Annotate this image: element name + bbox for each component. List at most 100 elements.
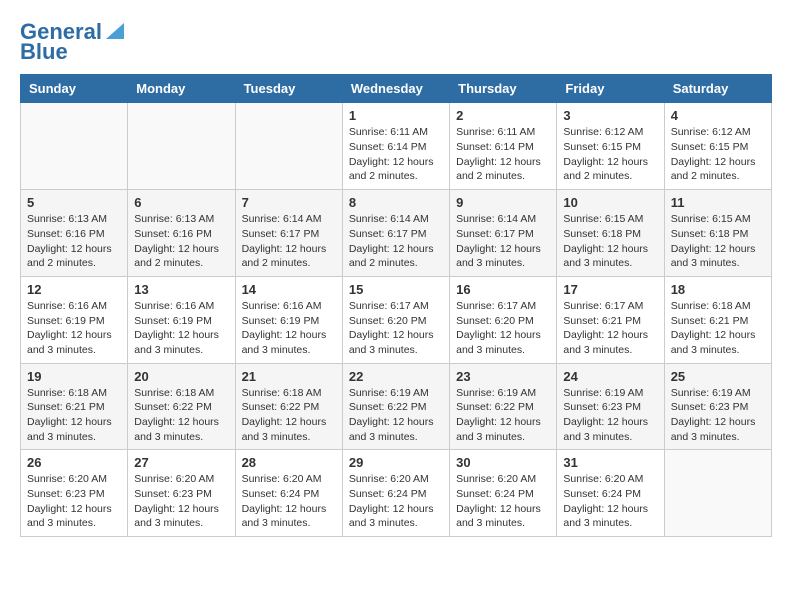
- day-info: Sunrise: 6:11 AM Sunset: 6:14 PM Dayligh…: [349, 125, 443, 184]
- day-info: Sunrise: 6:20 AM Sunset: 6:24 PM Dayligh…: [563, 472, 657, 531]
- day-info: Sunrise: 6:19 AM Sunset: 6:23 PM Dayligh…: [671, 386, 765, 445]
- day-number: 17: [563, 282, 657, 297]
- day-number: 11: [671, 195, 765, 210]
- calendar-cell: 18Sunrise: 6:18 AM Sunset: 6:21 PM Dayli…: [664, 276, 771, 363]
- day-info: Sunrise: 6:19 AM Sunset: 6:23 PM Dayligh…: [563, 386, 657, 445]
- day-info: Sunrise: 6:19 AM Sunset: 6:22 PM Dayligh…: [456, 386, 550, 445]
- day-info: Sunrise: 6:15 AM Sunset: 6:18 PM Dayligh…: [563, 212, 657, 271]
- calendar-cell: 6Sunrise: 6:13 AM Sunset: 6:16 PM Daylig…: [128, 190, 235, 277]
- calendar-cell: 4Sunrise: 6:12 AM Sunset: 6:15 PM Daylig…: [664, 103, 771, 190]
- column-header-monday: Monday: [128, 75, 235, 103]
- calendar-cell: 8 Sunrise: 6:14 AM Sunset: 6:17 PM Daylig…: [342, 190, 449, 277]
- calendar-cell: 30 Sunrise: 6:20 AM Sunset: 6:24 PM Dayli…: [450, 450, 557, 537]
- calendar-cell: [128, 103, 235, 190]
- calendar-header-row: SundayMondayTuesdayWednesdayThursdayFrid…: [21, 75, 772, 103]
- day-info: Sunrise: 6:12 AM Sunset: 6:15 PM Dayligh…: [671, 125, 765, 184]
- day-number: 15: [349, 282, 443, 297]
- calendar-cell: 26 Sunrise: 6:20 AM Sunset: 6:23 PM Dayli…: [21, 450, 128, 537]
- day-number: 28: [242, 455, 336, 470]
- calendar-cell: 27 Sunrise: 6:20 AM Sunset: 6:23 PM Dayli…: [128, 450, 235, 537]
- day-info: Sunrise: 6:20 AM Sunset: 6:24 PM Dayligh…: [456, 472, 550, 531]
- day-number: 29: [349, 455, 443, 470]
- calendar-cell: 31Sunrise: 6:20 AM Sunset: 6:24 PM Dayli…: [557, 450, 664, 537]
- column-header-saturday: Saturday: [664, 75, 771, 103]
- calendar-cell: 13 Sunrise: 6:16 AM Sunset: 6:19 PM Dayli…: [128, 276, 235, 363]
- calendar-cell: 10 Sunrise: 6:15 AM Sunset: 6:18 PM Dayli…: [557, 190, 664, 277]
- calendar-cell: 29 Sunrise: 6:20 AM Sunset: 6:24 PM Dayli…: [342, 450, 449, 537]
- day-number: 22: [349, 369, 443, 384]
- day-number: 13: [134, 282, 228, 297]
- calendar-table: SundayMondayTuesdayWednesdayThursdayFrid…: [20, 74, 772, 537]
- calendar-cell: 12Sunrise: 6:16 AM Sunset: 6:19 PM Dayli…: [21, 276, 128, 363]
- calendar-cell: 11 Sunrise: 6:15 AM Sunset: 6:18 PM Dayli…: [664, 190, 771, 277]
- logo-triangle-icon: [104, 19, 126, 41]
- day-info: Sunrise: 6:17 AM Sunset: 6:21 PM Dayligh…: [563, 299, 657, 358]
- day-info: Sunrise: 6:16 AM Sunset: 6:19 PM Dayligh…: [242, 299, 336, 358]
- day-number: 8: [349, 195, 443, 210]
- day-number: 21: [242, 369, 336, 384]
- calendar-week-row: 12 Sunrise: 6:16 AM Sunset: 6:19 PM Dayli…: [21, 276, 772, 363]
- day-info: Sunrise: 6:20 AM Sunset: 6:24 PM Dayligh…: [349, 472, 443, 531]
- page-header: General Blue: [20, 20, 772, 64]
- day-info: Sunrise: 6:20 AM Sunset: 6:23 PM Dayligh…: [27, 472, 121, 531]
- calendar-week-row: 19 Sunrise: 6:18 AM Sunset: 6:21 PM Dayli…: [21, 363, 772, 450]
- day-number: 2: [456, 108, 550, 123]
- column-header-tuesday: Tuesday: [235, 75, 342, 103]
- day-number: 12: [27, 282, 121, 297]
- day-number: 30: [456, 455, 550, 470]
- day-number: 3: [563, 108, 657, 123]
- calendar-cell: 28 Sunrise: 6:20 AM Sunset: 6:24 PM Dayli…: [235, 450, 342, 537]
- column-header-wednesday: Wednesday: [342, 75, 449, 103]
- day-info: Sunrise: 6:15 AM Sunset: 6:18 PM Dayligh…: [671, 212, 765, 271]
- day-info: Sunrise: 6:18 AM Sunset: 6:21 PM Dayligh…: [27, 386, 121, 445]
- calendar-cell: [664, 450, 771, 537]
- calendar-cell: 25 Sunrise: 6:19 AM Sunset: 6:23 PM Dayli…: [664, 363, 771, 450]
- day-info: Sunrise: 6:14 AM Sunset: 6:17 PM Dayligh…: [349, 212, 443, 271]
- day-info: Sunrise: 6:17 AM Sunset: 6:20 PM Dayligh…: [456, 299, 550, 358]
- day-info: Sunrise: 6:11 AM Sunset: 6:14 PM Dayligh…: [456, 125, 550, 184]
- day-info: Sunrise: 6:13 AM Sunset: 6:16 PM Dayligh…: [27, 212, 121, 271]
- day-info: Sunrise: 6:14 AM Sunset: 6:17 PM Dayligh…: [242, 212, 336, 271]
- calendar-cell: 24Sunrise: 6:19 AM Sunset: 6:23 PM Dayli…: [557, 363, 664, 450]
- logo-text-blue: Blue: [20, 40, 68, 64]
- day-info: Sunrise: 6:16 AM Sunset: 6:19 PM Dayligh…: [134, 299, 228, 358]
- calendar-cell: 9Sunrise: 6:14 AM Sunset: 6:17 PM Daylig…: [450, 190, 557, 277]
- logo: General Blue: [20, 20, 126, 64]
- calendar-cell: [235, 103, 342, 190]
- calendar-cell: 7 Sunrise: 6:14 AM Sunset: 6:17 PM Daylig…: [235, 190, 342, 277]
- calendar-week-row: 26 Sunrise: 6:20 AM Sunset: 6:23 PM Dayli…: [21, 450, 772, 537]
- calendar-cell: 22 Sunrise: 6:19 AM Sunset: 6:22 PM Dayli…: [342, 363, 449, 450]
- day-number: 25: [671, 369, 765, 384]
- day-number: 27: [134, 455, 228, 470]
- calendar-cell: [21, 103, 128, 190]
- column-header-friday: Friday: [557, 75, 664, 103]
- day-number: 19: [27, 369, 121, 384]
- day-info: Sunrise: 6:20 AM Sunset: 6:24 PM Dayligh…: [242, 472, 336, 531]
- calendar-cell: 15 Sunrise: 6:17 AM Sunset: 6:20 PM Dayli…: [342, 276, 449, 363]
- calendar-cell: 2 Sunrise: 6:11 AM Sunset: 6:14 PM Daylig…: [450, 103, 557, 190]
- day-info: Sunrise: 6:19 AM Sunset: 6:22 PM Dayligh…: [349, 386, 443, 445]
- day-number: 7: [242, 195, 336, 210]
- calendar-cell: 17 Sunrise: 6:17 AM Sunset: 6:21 PM Dayli…: [557, 276, 664, 363]
- day-number: 10: [563, 195, 657, 210]
- calendar-cell: 1 Sunrise: 6:11 AM Sunset: 6:14 PM Daylig…: [342, 103, 449, 190]
- calendar-cell: 19 Sunrise: 6:18 AM Sunset: 6:21 PM Dayli…: [21, 363, 128, 450]
- calendar-cell: 5Sunrise: 6:13 AM Sunset: 6:16 PM Daylig…: [21, 190, 128, 277]
- day-info: Sunrise: 6:18 AM Sunset: 6:22 PM Dayligh…: [242, 386, 336, 445]
- day-info: Sunrise: 6:13 AM Sunset: 6:16 PM Dayligh…: [134, 212, 228, 271]
- calendar-cell: 14 Sunrise: 6:16 AM Sunset: 6:19 PM Dayli…: [235, 276, 342, 363]
- day-info: Sunrise: 6:18 AM Sunset: 6:21 PM Dayligh…: [671, 299, 765, 358]
- day-info: Sunrise: 6:20 AM Sunset: 6:23 PM Dayligh…: [134, 472, 228, 531]
- day-number: 1: [349, 108, 443, 123]
- calendar-week-row: 5Sunrise: 6:13 AM Sunset: 6:16 PM Daylig…: [21, 190, 772, 277]
- calendar-cell: 21 Sunrise: 6:18 AM Sunset: 6:22 PM Dayli…: [235, 363, 342, 450]
- day-number: 16: [456, 282, 550, 297]
- day-number: 14: [242, 282, 336, 297]
- day-number: 26: [27, 455, 121, 470]
- day-number: 23: [456, 369, 550, 384]
- day-info: Sunrise: 6:17 AM Sunset: 6:20 PM Dayligh…: [349, 299, 443, 358]
- day-number: 20: [134, 369, 228, 384]
- day-info: Sunrise: 6:12 AM Sunset: 6:15 PM Dayligh…: [563, 125, 657, 184]
- calendar-week-row: 1 Sunrise: 6:11 AM Sunset: 6:14 PM Daylig…: [21, 103, 772, 190]
- day-info: Sunrise: 6:14 AM Sunset: 6:17 PM Dayligh…: [456, 212, 550, 271]
